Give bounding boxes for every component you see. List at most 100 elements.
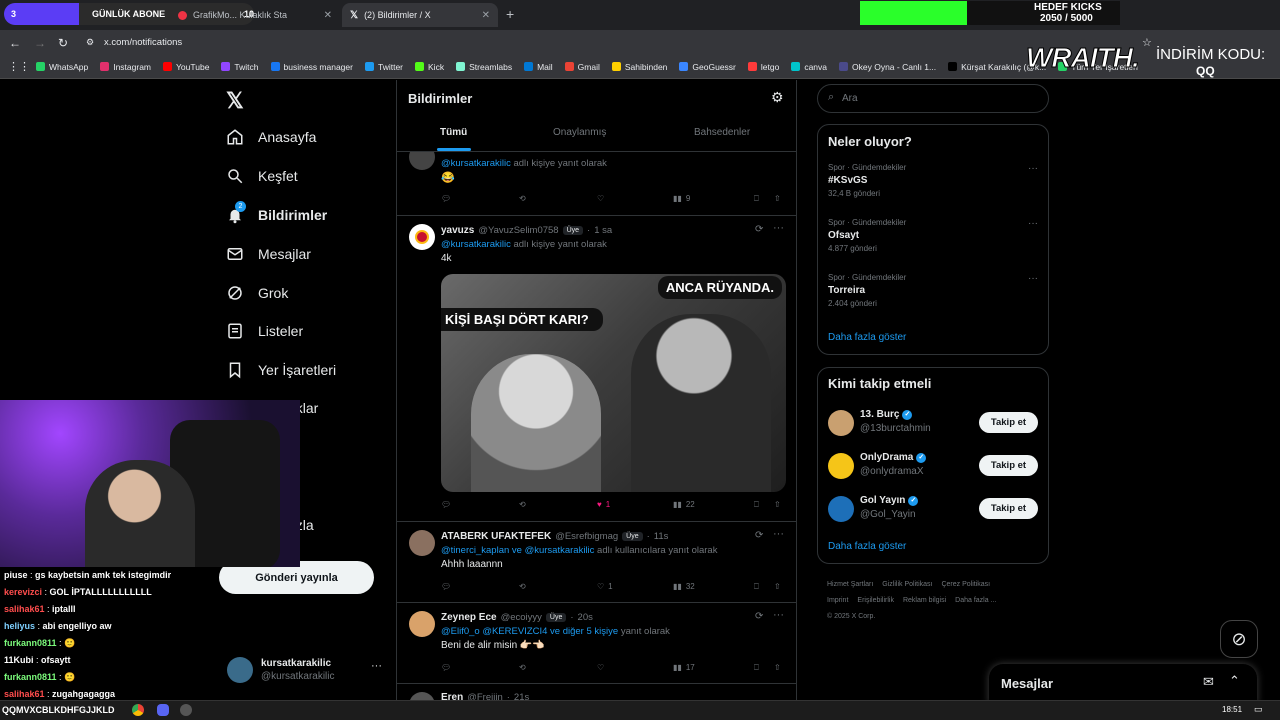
footer-link[interactable]: Çerez Politikası <box>941 581 990 588</box>
repost-icon[interactable]: ⟲ <box>519 663 526 672</box>
author-name[interactable]: ATABERK UFAKTEFEK <box>441 531 551 542</box>
post-time[interactable]: 11s <box>654 531 669 542</box>
more-icon[interactable]: ··· <box>773 222 784 234</box>
browser-tab-active[interactable]: 𝕏 (2) Bildirimler / X ✕ <box>342 3 498 27</box>
new-message-icon[interactable]: ✉ <box>1203 674 1214 690</box>
footer-link[interactable]: Reklam bilgisi <box>903 597 946 604</box>
reply-mention[interactable]: @tinerci_kaplan ve @kursatkarakilic <box>441 545 594 556</box>
reload-icon[interactable]: ↻ <box>58 36 68 50</box>
views-icon[interactable]: ▮▮ 9 <box>673 194 690 203</box>
apps-icon[interactable]: ⋮⋮ <box>8 60 30 73</box>
bookmark-icon[interactable]: ⎕ <box>754 500 759 510</box>
nav-item-3[interactable]: 2 Bildirimler <box>226 201 327 224</box>
site-info-icon[interactable]: ⚙ <box>86 37 94 48</box>
notification-icon[interactable]: ▭ <box>1254 704 1263 715</box>
author-name[interactable]: Eren <box>441 692 463 700</box>
post-3[interactable]: ATABERK UFAKTEFEK @Esrefbigmag Üye · 11s… <box>397 522 796 603</box>
like-icon[interactable]: ♡ 1 <box>597 582 613 591</box>
post-time[interactable]: 21s <box>514 692 529 700</box>
more-icon[interactable]: ··· <box>371 660 382 672</box>
author-name[interactable]: Zeynep Ece <box>441 612 497 623</box>
footer-link[interactable]: Daha fazla ... <box>955 597 996 604</box>
follow-button[interactable]: Takip et <box>979 455 1038 476</box>
show-more-link[interactable]: Daha fazla göster <box>828 332 906 343</box>
grok-float-button[interactable]: ⊘ <box>1220 620 1258 658</box>
bookmark-item[interactable]: Sahibinden <box>611 62 667 72</box>
post-5[interactable]: Eren @Freijin · 21s <box>397 684 796 700</box>
chrome-icon[interactable] <box>132 704 144 716</box>
footer-link[interactable]: Gizlilik Politikası <box>882 581 932 588</box>
footer-link[interactable]: Hizmet Şartları <box>827 581 873 588</box>
bookmark-item[interactable]: letgo <box>747 62 779 72</box>
bookmark-item[interactable]: Gmail <box>564 62 600 72</box>
like-icon[interactable]: ♡ <box>597 663 604 672</box>
nav-item-2[interactable]: Keşfet <box>226 167 298 185</box>
bookmark-icon[interactable]: ⎕ <box>754 663 759 673</box>
repost-icon[interactable]: ⟲ <box>519 194 526 203</box>
back-icon[interactable]: ← <box>9 36 21 50</box>
bookmark-item[interactable]: Streamlabs <box>456 62 512 72</box>
grok-icon[interactable]: ⟳ <box>755 530 763 541</box>
more-icon[interactable]: ··· <box>1028 163 1038 174</box>
more-icon[interactable]: ··· <box>1028 218 1038 229</box>
views-icon[interactable]: ▮▮ 17 <box>673 663 695 672</box>
nav-item-5[interactable]: Grok <box>226 284 288 302</box>
settings-icon[interactable]: ⚙ <box>771 89 784 106</box>
footer-link[interactable]: Imprint <box>827 597 848 604</box>
reply-mention[interactable]: @kursatkarakilic <box>441 239 511 250</box>
browser-tab-2[interactable]: GrafikMo... Kulaklık Sta ✕ <box>170 3 340 27</box>
trend-item[interactable]: Spor · Gündemdekiler Ofsayt 4.877 gönderi ·… <box>828 218 1040 266</box>
follow-row[interactable]: Gol Yayın ✓ @Gol_Yayin Takip et <box>818 493 1048 529</box>
reply-icon[interactable]: 💬︎ <box>441 194 451 203</box>
more-icon[interactable]: ··· <box>1028 273 1038 284</box>
bookmark-item[interactable]: Twitch <box>221 62 259 72</box>
reply-mention[interactable]: @Elif0_o @KEREVIZCI4 ve diğer 5 kişiye <box>441 626 618 637</box>
repost-icon[interactable]: ⟲ <box>519 582 526 591</box>
like-icon[interactable]: ♥ 1 <box>597 500 610 509</box>
tab-mentions[interactable]: Bahsedenler <box>694 127 750 138</box>
author-handle[interactable]: @ecoiyyy <box>501 612 542 623</box>
views-icon[interactable]: ▮▮ 32 <box>673 582 695 591</box>
grok-icon[interactable]: ⟳ <box>755 611 763 622</box>
repost-icon[interactable]: ⟲ <box>519 500 526 509</box>
post-time[interactable]: 1 sa <box>594 225 612 236</box>
bookmark-item[interactable]: business manager <box>270 62 353 72</box>
tab-verified[interactable]: Onaylanmış <box>553 127 606 138</box>
like-icon[interactable]: ♡ <box>597 194 604 203</box>
share-icon[interactable]: ⇧ <box>774 582 781 591</box>
url-field[interactable]: x.com/notifications <box>104 37 182 48</box>
bookmark-item[interactable]: YouTube <box>163 62 209 72</box>
nav-item-7[interactable]: Yer İşaretleri <box>226 361 336 379</box>
bookmark-item[interactable]: canva <box>791 62 827 72</box>
views-icon[interactable]: ▮▮ 22 <box>673 500 695 509</box>
search-box[interactable]: ⌕ Ara <box>817 84 1049 113</box>
post-time[interactable]: 20s <box>578 612 593 623</box>
close-icon[interactable]: ✕ <box>482 10 490 21</box>
show-more-link[interactable]: Daha fazla göster <box>828 541 906 552</box>
follow-row[interactable]: 13. Burç ✓ @13burctahmin Takip et <box>818 407 1048 443</box>
nav-item-6[interactable]: Listeler <box>226 322 303 340</box>
share-icon[interactable]: ⇧ <box>774 663 781 672</box>
obs-icon[interactable] <box>180 704 192 716</box>
follow-row[interactable]: OnlyDrama ✓ @onlydramaX Takip et <box>818 450 1048 486</box>
follow-button[interactable]: Takip et <box>979 412 1038 433</box>
grok-icon[interactable]: ⟳ <box>755 224 763 235</box>
post-2[interactable]: yavuzs @YavuzSelim0758 Üye · 1 sa ⟳ ··· … <box>397 216 796 522</box>
author-handle[interactable]: @YavuzSelim0758 <box>478 225 558 236</box>
close-icon[interactable]: ✕ <box>324 10 332 21</box>
follow-button[interactable]: Takip et <box>979 498 1038 519</box>
reply-icon[interactable]: 💬︎ <box>441 582 451 591</box>
forward-icon[interactable]: → <box>34 36 46 50</box>
discord-icon[interactable] <box>157 704 169 716</box>
share-icon[interactable]: ⇧ <box>774 194 781 203</box>
trend-item[interactable]: Spor · Gündemdekiler Torreira 2.404 gönder… <box>828 273 1040 321</box>
bookmark-item[interactable]: Mail <box>524 62 553 72</box>
footer-link[interactable]: Erişilebilirlik <box>857 597 894 604</box>
bookmark-item[interactable]: GeoGuessr <box>679 62 736 72</box>
share-icon[interactable]: ⇧ <box>774 500 781 509</box>
new-tab-icon[interactable]: + <box>506 6 514 22</box>
author-handle[interactable]: @Freijin <box>467 692 503 700</box>
reply-icon[interactable]: 💬︎ <box>441 500 451 509</box>
bookmark-item[interactable]: Instagram <box>100 62 151 72</box>
bookmark-icon[interactable]: ⎕ <box>754 582 759 592</box>
